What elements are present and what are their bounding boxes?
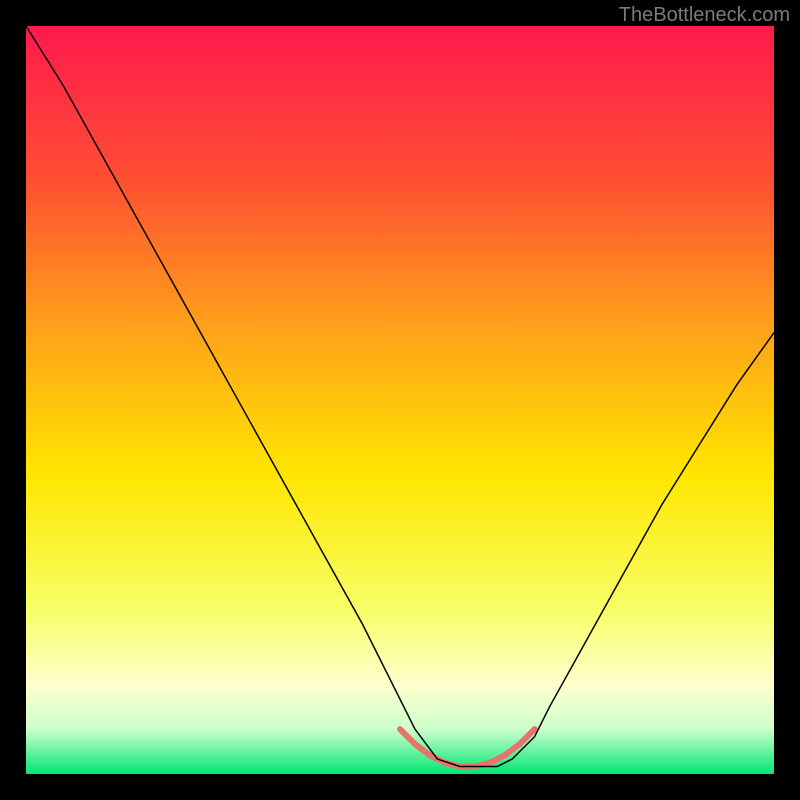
gradient-rect — [26, 26, 774, 774]
bottleneck-chart — [26, 26, 774, 774]
chart-frame — [26, 26, 774, 774]
watermark-text: TheBottleneck.com — [619, 4, 790, 27]
